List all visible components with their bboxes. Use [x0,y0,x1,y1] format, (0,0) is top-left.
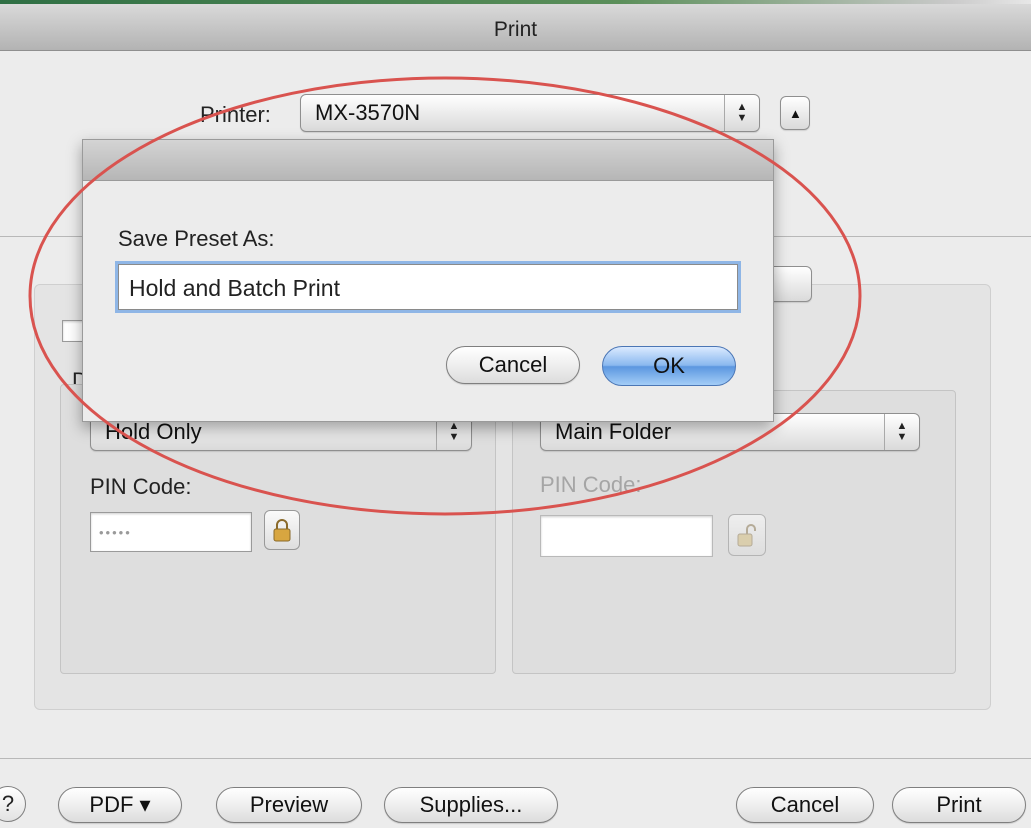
pdf-button[interactable]: PDF ▾ [58,787,182,823]
padlock-locked-icon [273,519,291,542]
updown-arrows-icon: ▲ ▼ [724,95,759,131]
pin-code-value: ••••• [99,525,132,540]
preset-ok-button[interactable]: OK [602,346,736,386]
triangle-up-icon: ▲ [789,106,802,121]
folder-value: Main Folder [555,419,672,444]
printer-label: Printer: [200,102,271,127]
supplies-button[interactable]: Supplies... [384,787,558,823]
retention-value: Hold Only [105,419,202,444]
preview-button[interactable]: Preview [216,787,362,823]
printer-value: MX-3570N [315,100,421,125]
folder-pin-label: PIN Code: [540,472,642,497]
preset-name-value: Hold and Batch Print [129,275,340,301]
pin-code-field[interactable]: ••••• [90,512,252,552]
padlock-open-icon [737,524,756,547]
print-button[interactable]: Print [892,787,1026,823]
save-preset-label: Save Preset As: [118,226,275,251]
preset-cancel-button[interactable]: Cancel [446,346,580,384]
help-label: ? [1,791,15,816]
pin-code-label: PIN Code: [90,474,192,499]
cancel-print-button[interactable]: Cancel [736,787,874,823]
updown-arrows-icon: ▲ ▼ [884,414,919,450]
printer-select[interactable]: MX-3570N ▲ ▼ [300,94,760,132]
folder-lock-button[interactable] [728,514,766,556]
separator-bottom [0,758,1031,759]
preset-name-input[interactable]: Hold and Batch Print [118,264,738,310]
window-title: Print [493,18,538,41]
pin-lock-button[interactable] [264,510,300,550]
save-preset-titlebar [82,139,774,181]
folder-pin-field[interactable] [540,515,713,557]
collapse-details-button[interactable]: ▲ [780,96,810,130]
